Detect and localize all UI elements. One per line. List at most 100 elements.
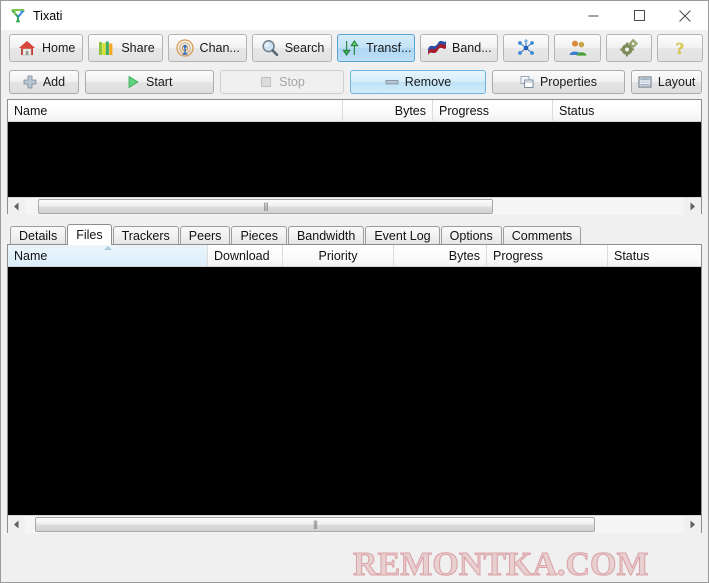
question-mark-icon: ? bbox=[670, 38, 690, 59]
watermark-text: REMONTKA.COM bbox=[353, 546, 650, 583]
main-toolbar: Home Share Chan... Search Transf... Band… bbox=[1, 30, 708, 67]
tab-comments[interactable]: Comments bbox=[502, 226, 582, 244]
transfers-horizontal-scrollbar[interactable]: ||| bbox=[8, 197, 701, 215]
add-button-label: Add bbox=[42, 75, 66, 89]
gears-icon bbox=[619, 38, 639, 58]
transfers-column-name-label: Name bbox=[14, 103, 48, 118]
detail-tab-strip: Details Files Trackers Peers Pieces Band… bbox=[10, 223, 702, 245]
stop-square-icon bbox=[259, 75, 273, 89]
bandwidth-graph-icon bbox=[427, 38, 447, 58]
files-column-progress[interactable]: Progress bbox=[487, 245, 608, 266]
add-button[interactable]: Add bbox=[9, 70, 79, 94]
tab-trackers[interactable]: Trackers bbox=[112, 226, 179, 244]
toolbar-button-channels[interactable]: Chan... bbox=[167, 34, 247, 62]
files-column-priority[interactable]: Priority bbox=[283, 245, 394, 266]
files-column-download-label: Download bbox=[214, 248, 270, 263]
stop-button-label: Stop bbox=[279, 75, 305, 89]
properties-button-label: Properties bbox=[539, 75, 597, 89]
files-scroll-right-arrow-icon[interactable] bbox=[684, 516, 701, 533]
toolbar-label-transfers: Transf... bbox=[366, 40, 412, 55]
layout-button-label: Layout bbox=[657, 75, 696, 89]
tixati-logo-icon bbox=[10, 8, 26, 24]
broadcast-icon bbox=[175, 38, 195, 58]
scroll-thumb-grip-icon: ||| bbox=[263, 201, 269, 211]
window-title: Tixati bbox=[33, 8, 63, 23]
tab-event-log[interactable]: Event Log bbox=[365, 226, 440, 244]
remove-button-label: Remove bbox=[404, 75, 452, 89]
files-horizontal-scrollbar[interactable]: ||| bbox=[8, 515, 701, 533]
start-button[interactable]: Start bbox=[84, 70, 214, 94]
transfers-scroll-thumb[interactable]: ||| bbox=[38, 199, 493, 214]
files-column-bytes-label: Bytes bbox=[448, 248, 480, 263]
tab-files-label: Files bbox=[76, 228, 103, 242]
files-column-download[interactable]: Download bbox=[208, 245, 283, 266]
sort-ascending-icon bbox=[103, 246, 112, 250]
start-button-label: Start bbox=[146, 75, 173, 89]
scroll-left-arrow-icon[interactable] bbox=[8, 198, 25, 215]
window-controls bbox=[570, 1, 708, 30]
transfers-panel: Name Bytes Progress Status ||| bbox=[7, 99, 702, 215]
toolbar-button-network[interactable] bbox=[503, 34, 550, 62]
toolbar-button-home[interactable]: Home bbox=[9, 34, 84, 62]
tab-bandwidth[interactable]: Bandwidth bbox=[287, 226, 365, 244]
toolbar-label-share: Share bbox=[121, 40, 155, 55]
status-strip bbox=[1, 533, 708, 547]
plus-icon bbox=[23, 75, 37, 89]
files-list-body[interactable] bbox=[8, 267, 701, 515]
tab-details[interactable]: Details bbox=[10, 226, 67, 244]
toolbar-button-help[interactable]: ? bbox=[656, 34, 703, 62]
remove-button[interactable]: Remove bbox=[350, 70, 486, 94]
tab-pieces[interactable]: Pieces bbox=[231, 226, 287, 244]
tab-pieces-label: Pieces bbox=[240, 228, 278, 243]
transfers-column-name[interactable]: Name bbox=[8, 100, 343, 121]
tab-peers-label: Peers bbox=[188, 228, 222, 243]
toolbar-label-home: Home bbox=[42, 40, 76, 55]
toolbar-button-search[interactable]: Search bbox=[251, 34, 333, 62]
files-column-priority-label: Priority bbox=[318, 248, 358, 263]
toolbar-button-bandwidth[interactable]: Band... bbox=[420, 34, 499, 62]
books-icon bbox=[96, 38, 116, 58]
files-scroll-track[interactable]: ||| bbox=[25, 516, 684, 533]
transfers-column-bytes[interactable]: Bytes bbox=[343, 100, 433, 121]
tab-options[interactable]: Options bbox=[440, 226, 502, 244]
files-column-bytes[interactable]: Bytes bbox=[394, 245, 487, 266]
scroll-right-arrow-icon[interactable] bbox=[684, 198, 701, 215]
tab-peers[interactable]: Peers bbox=[179, 226, 231, 244]
transfers-list-body[interactable] bbox=[8, 122, 701, 197]
files-panel: Name Download Priority Bytes Progress St… bbox=[7, 244, 702, 533]
toolbar-button-settings[interactable] bbox=[605, 34, 652, 62]
toolbar-label-bandwidth: Band... bbox=[452, 40, 492, 55]
files-column-name[interactable]: Name bbox=[8, 245, 208, 266]
tab-files[interactable]: Files bbox=[67, 224, 112, 245]
files-column-status-label: Status bbox=[614, 248, 650, 263]
tab-trackers-label: Trackers bbox=[121, 228, 170, 243]
minimize-button[interactable] bbox=[570, 1, 616, 30]
transfers-column-progress[interactable]: Progress bbox=[433, 100, 553, 121]
transfers-column-status[interactable]: Status bbox=[553, 100, 699, 121]
layout-button[interactable]: Layout bbox=[631, 70, 702, 94]
files-column-status[interactable]: Status bbox=[608, 245, 668, 266]
files-scroll-left-arrow-icon[interactable] bbox=[8, 516, 25, 533]
properties-button[interactable]: Properties bbox=[491, 70, 626, 94]
files-column-progress-label: Progress bbox=[493, 248, 544, 263]
transfers-scroll-track[interactable]: ||| bbox=[25, 198, 684, 215]
tab-details-label: Details bbox=[19, 228, 58, 243]
play-icon bbox=[126, 75, 140, 89]
transfers-column-status-label: Status bbox=[559, 103, 595, 118]
files-scroll-thumb[interactable]: ||| bbox=[34, 517, 596, 532]
maximize-button[interactable] bbox=[616, 1, 662, 30]
toolbar-button-peers[interactable] bbox=[554, 34, 601, 62]
stop-button[interactable]: Stop bbox=[219, 70, 345, 94]
two-people-icon bbox=[568, 38, 588, 58]
toolbar-button-transfers[interactable]: Transf... bbox=[337, 34, 416, 62]
close-button[interactable] bbox=[662, 1, 708, 30]
transfers-header-row: Name Bytes Progress Status bbox=[8, 100, 701, 122]
action-toolbar: Add Start Stop Remove Properties Layout bbox=[1, 67, 708, 99]
transfers-column-bytes-label: Bytes bbox=[394, 103, 426, 118]
tixati-window: Tixati Home Share Chan... Search Transf.… bbox=[0, 0, 709, 583]
title-bar-left: Tixati bbox=[1, 8, 62, 24]
up-down-arrows-icon bbox=[341, 38, 361, 58]
layout-icon bbox=[638, 75, 652, 89]
toolbar-label-search: Search bbox=[284, 40, 325, 55]
toolbar-button-share[interactable]: Share bbox=[88, 34, 163, 62]
